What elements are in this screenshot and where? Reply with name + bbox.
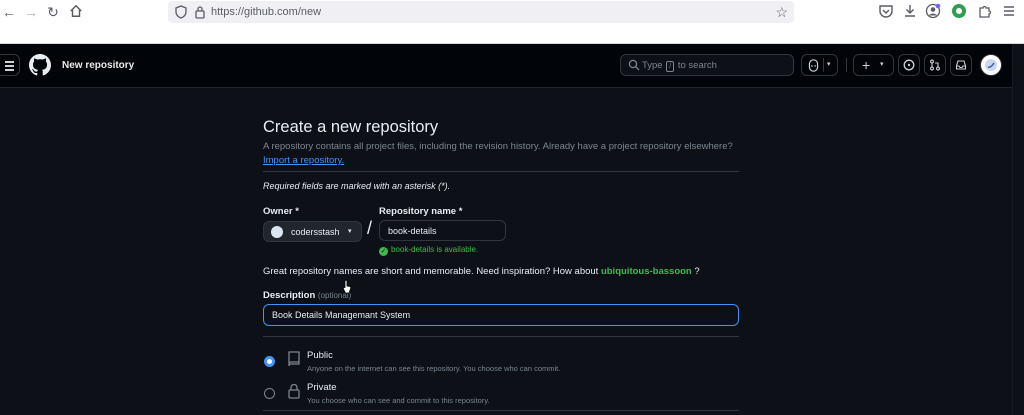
pocket-icon[interactable] bbox=[878, 3, 894, 19]
search-input[interactable]: Type / to search bbox=[620, 54, 794, 76]
check-circle-icon: ✓ bbox=[379, 247, 388, 256]
divider bbox=[263, 171, 739, 172]
copilot-button[interactable]: ▾ bbox=[801, 54, 838, 76]
chevron-down-icon: ▾ bbox=[827, 61, 831, 68]
repo-book-icon bbox=[288, 351, 300, 367]
context-title: New repository bbox=[62, 60, 135, 71]
search-placeholder: Type / to search bbox=[642, 60, 717, 72]
name-suggestion-hint: Great repository names are short and mem… bbox=[263, 266, 700, 277]
scrollbar[interactable] bbox=[1012, 44, 1024, 415]
search-shortcut-key: / bbox=[666, 61, 675, 72]
owner-avatar bbox=[271, 226, 283, 238]
hamburger-menu-button[interactable] bbox=[0, 54, 20, 76]
github-header: New repository Type / to search ▾ + ▾ bbox=[0, 44, 1024, 88]
chevron-down-icon: ▾ bbox=[348, 228, 352, 235]
visibility-public-desc: Anyone on the internet can see this repo… bbox=[307, 364, 561, 373]
avatar[interactable] bbox=[980, 54, 1002, 76]
mouse-cursor-icon bbox=[342, 280, 352, 294]
repository-name-label: Repository name * bbox=[379, 206, 463, 217]
create-new-button[interactable]: + ▾ bbox=[853, 54, 894, 76]
repository-name-input[interactable] bbox=[379, 220, 506, 241]
extension-green-icon[interactable] bbox=[951, 3, 967, 19]
pull-requests-button[interactable] bbox=[924, 54, 946, 76]
owner-repo-separator: / bbox=[367, 218, 373, 238]
description-label: Description (optional) bbox=[263, 290, 352, 301]
required-fields-note: Required fields are marked with an aster… bbox=[263, 181, 451, 191]
visibility-private-desc: You choose who can see and commit to thi… bbox=[307, 396, 490, 405]
owner-dropdown[interactable]: codersstash ▾ bbox=[263, 221, 362, 242]
plus-icon: + bbox=[862, 57, 871, 73]
url-text[interactable]: https://github.com/new bbox=[211, 4, 321, 20]
download-icon[interactable] bbox=[902, 3, 918, 19]
page-subtitle: A repository contains all project files,… bbox=[263, 141, 733, 152]
inbox-button[interactable] bbox=[950, 54, 972, 76]
shield-icon[interactable] bbox=[175, 5, 187, 19]
pull-request-icon bbox=[930, 59, 940, 71]
extensions-puzzle-icon[interactable] bbox=[977, 3, 993, 19]
search-icon bbox=[628, 59, 640, 71]
description-input[interactable] bbox=[263, 304, 739, 326]
lock-icon[interactable] bbox=[194, 5, 206, 19]
owner-label: Owner * bbox=[263, 206, 299, 217]
back-arrow-icon[interactable]: ← bbox=[0, 3, 18, 21]
forward-arrow-icon[interactable]: → bbox=[22, 3, 40, 21]
bookmark-star-icon[interactable]: ☆ bbox=[775, 3, 788, 21]
account-icon[interactable] bbox=[925, 3, 941, 19]
menu-icon[interactable] bbox=[1001, 3, 1017, 19]
issues-icon bbox=[903, 59, 915, 71]
divider bbox=[263, 336, 739, 337]
url-bar[interactable]: https://github.com/new ☆ bbox=[168, 1, 794, 23]
suggested-name-link[interactable]: ubiquitous-bassoon bbox=[601, 266, 692, 277]
home-icon[interactable] bbox=[69, 4, 83, 18]
page-title: Create a new repository bbox=[263, 118, 439, 136]
github-logo-icon[interactable] bbox=[29, 54, 51, 76]
visibility-private-title: Private bbox=[307, 382, 337, 393]
chevron-down-icon: ▾ bbox=[880, 61, 884, 68]
lock-icon bbox=[288, 383, 300, 399]
availability-message: ✓ book-details is available. bbox=[379, 245, 479, 256]
copilot-icon bbox=[808, 59, 819, 72]
visibility-private-radio[interactable] bbox=[264, 388, 275, 399]
inbox-icon bbox=[955, 60, 967, 70]
divider bbox=[263, 410, 739, 411]
reload-icon[interactable]: ↻ bbox=[44, 3, 62, 21]
visibility-public-title: Public bbox=[307, 350, 333, 361]
visibility-public-radio[interactable] bbox=[264, 356, 275, 367]
import-repository-link[interactable]: Import a repository. bbox=[263, 155, 344, 166]
browser-toolbar: ← → ↻ https://github.com/new ☆ bbox=[0, 0, 1024, 44]
avatar-icon bbox=[985, 59, 997, 71]
issues-button[interactable] bbox=[898, 54, 920, 76]
owner-value: codersstash bbox=[291, 227, 340, 237]
